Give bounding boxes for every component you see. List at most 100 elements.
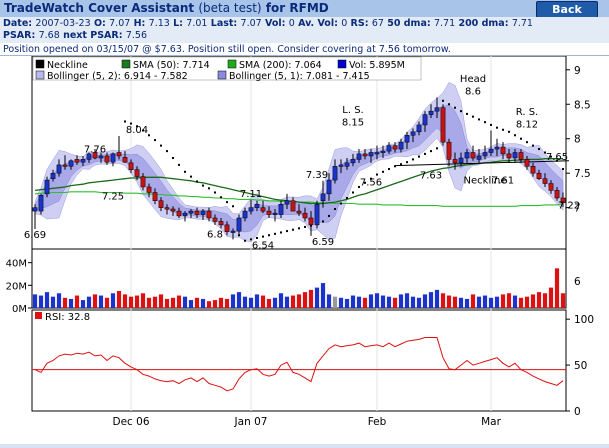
- volume-bar: [440, 293, 446, 308]
- title-for: for: [265, 1, 286, 15]
- volume-bar: [254, 294, 260, 308]
- psar-dot: [208, 187, 210, 190]
- quote-line-1: Date: 2007-03-23 O: 7.07 H: 7.13 L: 7.01…: [3, 18, 533, 29]
- psar-dot: [280, 231, 282, 234]
- vol-label: Vol:: [265, 18, 286, 29]
- candle-body: [362, 153, 368, 157]
- volume-bar: [512, 295, 518, 308]
- candle-body: [284, 200, 290, 205]
- high-value: 7.13: [148, 18, 170, 29]
- position-message: Position opened on 03/15/07 @ $7.63. Pos…: [0, 43, 609, 56]
- volume-bar: [32, 294, 38, 308]
- low-label: L:: [173, 18, 183, 29]
- avvol-value: 0: [341, 18, 348, 29]
- candle-body: [62, 164, 68, 167]
- psar-dot: [376, 173, 378, 176]
- volume-bar: [392, 297, 398, 308]
- open-label: O:: [93, 18, 106, 29]
- legend-label: Neckline: [47, 60, 88, 71]
- psar-dot: [292, 228, 294, 231]
- candle-body: [212, 217, 218, 222]
- last-label: Last:: [210, 18, 238, 29]
- x-tick-label: Feb: [368, 416, 387, 428]
- price-annotation: 8.6: [465, 86, 481, 97]
- candle-body: [230, 230, 236, 233]
- price-tick-label: 8: [574, 134, 581, 146]
- title-symbol: RFMD: [289, 1, 329, 15]
- price-annotation: Head: [460, 74, 486, 85]
- candle-body: [38, 194, 44, 212]
- legend-label: Bollinger (5, 2): 6.914 - 7.582: [47, 71, 188, 82]
- price-annotation: 7.76: [84, 144, 106, 155]
- volume-bar: [158, 294, 164, 308]
- price-annotation: 6.54: [252, 240, 274, 251]
- volume-bar: [368, 294, 374, 308]
- psar-dot: [388, 168, 390, 171]
- candle-body: [242, 210, 248, 219]
- volume-bar: [530, 294, 536, 308]
- candle-body: [194, 210, 200, 215]
- stock-chart: 6.69 7.76 7.25 8.04 6.8 7.11 6.54 7.39 6.59 L. S.…: [6, 55, 594, 428]
- psar-dot: [484, 121, 486, 124]
- legend-label: SMA (50): 7.714: [133, 60, 210, 71]
- candle-body: [392, 145, 398, 150]
- candle-body: [440, 107, 446, 143]
- candle-body: [290, 200, 296, 212]
- volume-tick-label: 40M: [6, 259, 27, 270]
- candle-body: [182, 212, 188, 217]
- volume-bar: [272, 297, 278, 308]
- volume-bar: [134, 295, 140, 308]
- price-annotation: 7.61: [492, 176, 514, 187]
- nextpsar-label: next PSAR:: [63, 30, 123, 41]
- rsi-tick-label: 0: [574, 406, 581, 418]
- volume-bar: [68, 298, 74, 308]
- legend-label: Bollinger (5, 1): 7.081 - 7.415: [229, 71, 370, 82]
- psar-dot: [184, 170, 186, 173]
- candle-body: [218, 221, 224, 226]
- volume-bar: [542, 293, 548, 308]
- volume-bar: [170, 297, 176, 308]
- psar-dot: [562, 168, 564, 171]
- volume-bar: [518, 297, 524, 308]
- candle-body: [368, 152, 374, 157]
- psar-dot: [424, 152, 426, 155]
- psar-dot: [256, 236, 258, 239]
- volume-bar: [344, 298, 350, 308]
- candle-body: [338, 164, 344, 167]
- legend-swatch: [227, 59, 237, 69]
- volume-bar: [416, 297, 422, 308]
- candle-body: [32, 207, 38, 212]
- volume-bar: [236, 292, 242, 308]
- volume-bar: [446, 295, 452, 308]
- candle-body: [200, 210, 206, 215]
- volume-bar: [74, 295, 80, 308]
- psar-dot: [400, 163, 402, 166]
- candle-body: [494, 146, 500, 150]
- psar-dot: [328, 214, 330, 217]
- back-button[interactable]: Back: [536, 1, 598, 18]
- candle-body: [548, 183, 554, 191]
- quote-line-2: PSAR: 7.68 next PSAR: 7.56: [3, 30, 147, 41]
- volume-bar: [92, 294, 98, 308]
- dma200-value: 7.71: [511, 18, 533, 29]
- rsi-label: RSI: 32.8: [45, 312, 90, 323]
- psar-dot: [244, 239, 246, 242]
- candle-body: [434, 107, 440, 112]
- candle-body: [254, 203, 260, 208]
- psar-dot: [148, 134, 150, 137]
- volume-bar: [152, 296, 158, 308]
- volume-bar: [248, 297, 254, 308]
- psar-dot: [496, 126, 498, 129]
- nextpsar-value: 7.56: [125, 30, 147, 41]
- psar-dot: [238, 234, 240, 237]
- candle-body: [530, 166, 536, 174]
- candle-body: [428, 110, 434, 115]
- psar-dot: [124, 120, 126, 123]
- title-beta: (beta test): [198, 1, 262, 15]
- volume-tick-label: 20M: [6, 281, 27, 292]
- dma50-value: 7.71: [433, 18, 456, 29]
- volume-bar: [386, 296, 392, 308]
- quote-info-panel: Date: 2007-03-23 O: 7.07 H: 7.13 L: 7.01…: [0, 17, 609, 44]
- psar-dot: [472, 115, 474, 118]
- volume-bar: [230, 294, 236, 308]
